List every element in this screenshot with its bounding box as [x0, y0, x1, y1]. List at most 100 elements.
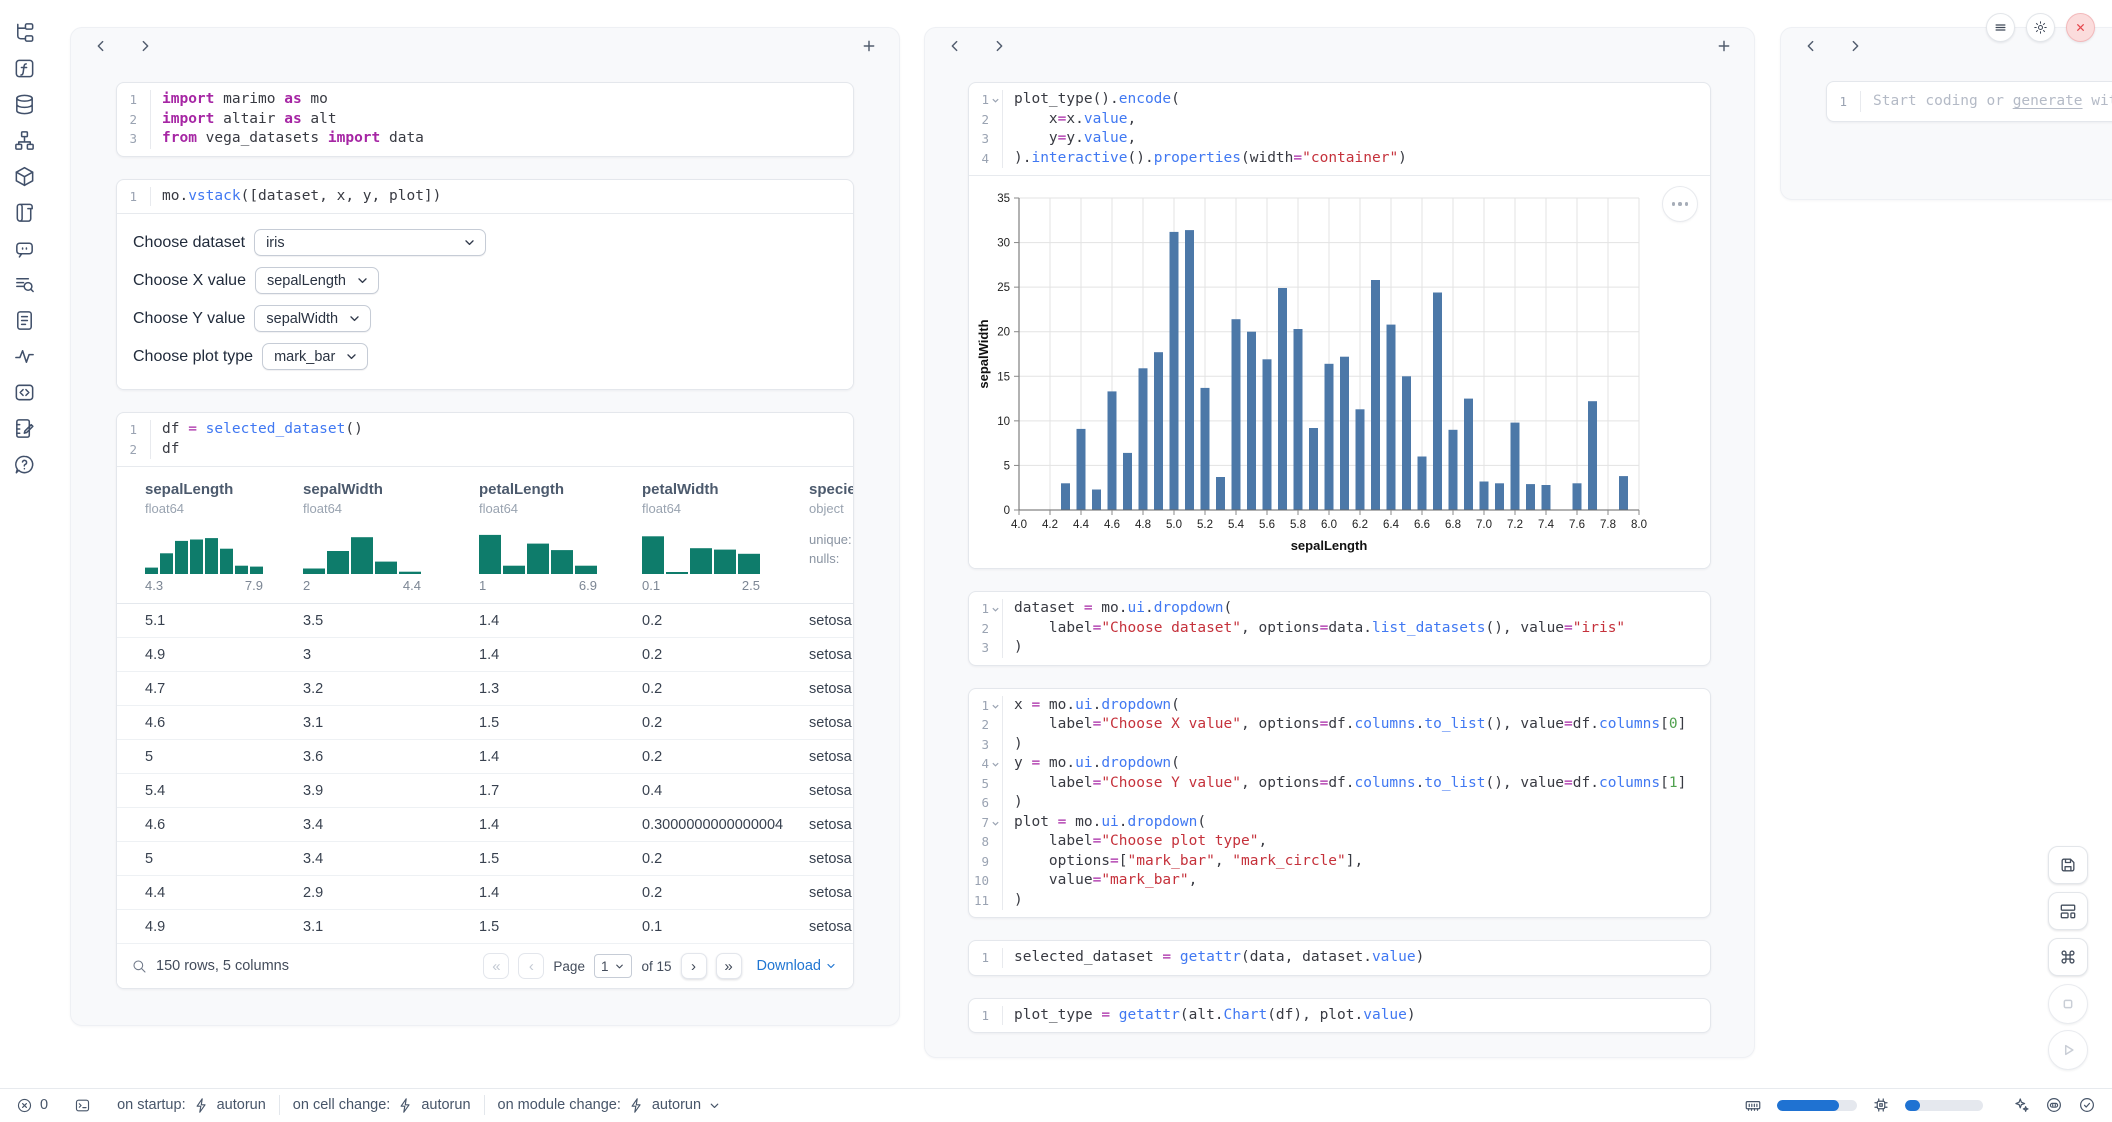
column-move-right-button[interactable]: [991, 38, 1007, 54]
settings-gear-button[interactable]: [2026, 13, 2055, 42]
save-notebook-button[interactable]: [2048, 846, 2088, 884]
code-line: 1df = selected_dataset(): [117, 420, 853, 440]
table-row[interactable]: 5.43.91.70.4setosa: [117, 774, 853, 808]
column-move-left-button[interactable]: [947, 38, 963, 54]
column-header-petalWidth[interactable]: petalWidth float64 0.12.5: [642, 481, 809, 603]
table-row[interactable]: 5.13.51.40.2setosa: [117, 604, 853, 638]
code-editor-chart[interactable]: 1plot_type().encode(2 x=x.value,3 y=y.va…: [969, 83, 1710, 175]
code-line: 1dataset = mo.ui.dropdown(: [969, 599, 1710, 619]
x-value-select[interactable]: sepalLength: [255, 267, 379, 294]
database-icon[interactable]: [13, 93, 36, 116]
logs-icon[interactable]: [13, 201, 36, 224]
add-column-button[interactable]: [861, 38, 877, 54]
connection-status-icon[interactable]: [2078, 1096, 2096, 1114]
download-button[interactable]: Download: [757, 958, 838, 974]
errors-indicator[interactable]: 0: [16, 1097, 61, 1114]
runtime-config-0[interactable]: on startup:autorun: [104, 1097, 279, 1114]
dependency-graph-icon[interactable]: [13, 129, 36, 152]
code-editor-imports[interactable]: 1import marimo as mo2import altair as al…: [117, 83, 853, 156]
snippets-icon[interactable]: [13, 381, 36, 404]
chevron-down-icon: [463, 236, 476, 249]
svg-text:6.8: 6.8: [1445, 519, 1461, 531]
table-row[interactable]: 4.931.40.2setosa: [117, 638, 853, 672]
table-row[interactable]: 4.93.11.50.1setosa: [117, 910, 853, 944]
table-row[interactable]: 4.63.41.40.3000000000000004setosa: [117, 808, 853, 842]
dataframe-output: sepalLength float64 4.37.9 sepalWidth fl…: [117, 466, 853, 988]
cell-vstack: 1mo.vstack([dataset, x, y, plot]) Choose…: [116, 179, 854, 391]
runtime-config-2[interactable]: on module change:autorun: [485, 1097, 735, 1114]
functions-icon[interactable]: [13, 57, 36, 80]
terminal-button[interactable]: [61, 1097, 104, 1114]
table-cell: setosa: [809, 681, 853, 697]
search-list-icon[interactable]: [13, 273, 36, 296]
code-line: 2 label="Choose X value", options=df.col…: [969, 715, 1710, 735]
code-line: 2df: [117, 440, 853, 460]
code-line: 3): [969, 735, 1710, 755]
table-cell: setosa: [809, 783, 853, 799]
scratchpad-icon[interactable]: [13, 417, 36, 440]
packages-icon[interactable]: [13, 165, 36, 188]
dataset-select[interactable]: iris: [254, 229, 486, 256]
layout-toggle-button[interactable]: [2048, 892, 2088, 930]
keyboard-shortcuts-button[interactable]: [2048, 938, 2088, 976]
notebook-menu-button[interactable]: [1986, 13, 2015, 42]
chat-bot-icon[interactable]: [13, 237, 36, 260]
svg-text:5.8: 5.8: [1290, 519, 1306, 531]
generate-with-ai-link[interactable]: generate: [2013, 93, 2083, 109]
next-page-button[interactable]: ›: [681, 953, 707, 979]
table-row[interactable]: 53.41.50.2setosa: [117, 842, 853, 876]
svg-text:35: 35: [997, 193, 1010, 205]
chart-actions-button[interactable]: [1662, 186, 1698, 222]
last-page-button[interactable]: »: [716, 953, 742, 979]
table-cell: 4.7: [145, 681, 303, 697]
y-value-select[interactable]: sepalWidth: [254, 305, 371, 332]
plot-type-select[interactable]: mark_bar: [262, 343, 368, 370]
page-label: Page: [553, 959, 585, 974]
documentation-icon[interactable]: [13, 309, 36, 332]
code-editor-plot-type[interactable]: 1plot_type = getattr(alt.Chart(df), plot…: [969, 999, 1710, 1033]
stop-execution-button[interactable]: [2048, 984, 2088, 1024]
column-move-right-button[interactable]: [137, 38, 153, 54]
code-editor-xyplot[interactable]: 1x = mo.ui.dropdown(2 label="Choose X va…: [969, 689, 1710, 918]
code-editor-dataset[interactable]: 1dataset = mo.ui.dropdown(2 label="Choos…: [969, 592, 1710, 665]
column-move-left-button[interactable]: [93, 38, 109, 54]
code-line: 4).interactive().properties(width="conta…: [969, 149, 1710, 169]
lightning-bolt-icon: [193, 1097, 210, 1114]
help-icon[interactable]: [13, 453, 36, 476]
column-header-species[interactable]: species object unique:nulls:: [809, 481, 853, 603]
altair-bar-chart[interactable]: 4.04.24.44.64.85.05.25.45.65.86.06.26.46…: [975, 184, 1710, 563]
add-column-button[interactable]: [1716, 38, 1732, 54]
first-page-button[interactable]: «: [483, 953, 509, 979]
table-footer: 150 rows, 5 columns « ‹ Page 1 of 15 › »…: [117, 944, 853, 988]
column-header-sepalWidth[interactable]: sepalWidth float64 24.4: [303, 481, 479, 603]
table-cell: 3.1: [303, 715, 479, 731]
previous-page-button[interactable]: ‹: [518, 953, 544, 979]
column-header-sepalLength[interactable]: sepalLength float64 4.37.9: [145, 481, 303, 603]
table-cell: 1.4: [479, 885, 642, 901]
runtime-config-1[interactable]: on cell change:autorun: [280, 1097, 484, 1114]
code-line: 7plot = mo.ui.dropdown(: [969, 813, 1710, 833]
control-row: Choose Y value sepalWidth: [133, 305, 837, 332]
table-cell: 4.9: [145, 647, 303, 663]
column-header-petalLength[interactable]: petalLength float64 16.9: [479, 481, 642, 603]
table-row[interactable]: 4.63.11.50.2setosa: [117, 706, 853, 740]
code-editor-selected-dataset[interactable]: 1selected_dataset = getattr(data, datase…: [969, 941, 1710, 975]
column-move-left-button[interactable]: [1803, 38, 1819, 54]
page-select[interactable]: 1: [594, 954, 633, 978]
ai-sparkles-icon[interactable]: [2012, 1096, 2030, 1114]
code-editor-dataframe[interactable]: 1df = selected_dataset()2df: [117, 413, 853, 466]
table-row[interactable]: 4.73.21.30.2setosa: [117, 672, 853, 706]
empty-code-editor[interactable]: 1 Start coding or generate with AI: [1827, 82, 2112, 121]
code-editor-vstack[interactable]: 1mo.vstack([dataset, x, y, plot]): [117, 180, 853, 214]
file-tree-icon[interactable]: [13, 21, 36, 44]
run-cells-button[interactable]: [2048, 1030, 2088, 1070]
chart-svg[interactable]: 4.04.24.44.64.85.05.25.45.65.86.06.26.46…: [975, 184, 1703, 558]
shutdown-close-button[interactable]: [2066, 13, 2095, 42]
tracing-icon[interactable]: [13, 345, 36, 368]
svg-text:5.2: 5.2: [1197, 519, 1213, 531]
search-icon[interactable]: [131, 958, 147, 974]
table-row[interactable]: 4.42.91.40.2setosa: [117, 876, 853, 910]
column-move-right-button[interactable]: [1847, 38, 1863, 54]
copilot-icon[interactable]: [2045, 1096, 2063, 1114]
table-row[interactable]: 53.61.40.2setosa: [117, 740, 853, 774]
